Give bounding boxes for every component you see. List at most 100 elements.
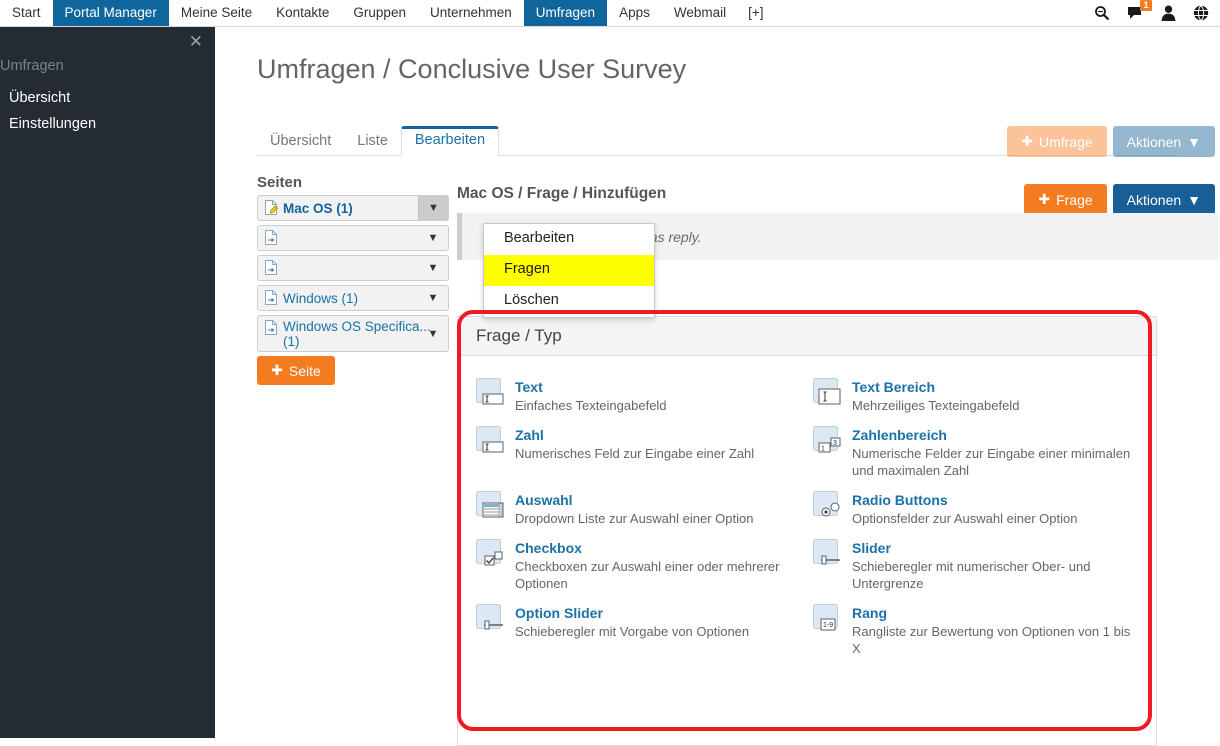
button-label: Seite (288, 362, 321, 379)
page-item-hidden-1[interactable]: ▼ (257, 225, 449, 251)
dropdown-item-bearbeiten[interactable]: Bearbeiten (484, 224, 654, 255)
question-type-title: Zahl (515, 427, 544, 443)
actions-button-top[interactable]: Aktionen ▼ (1112, 126, 1215, 157)
question-type-text-block: Rang Rangliste zur Bewertung von Optione… (852, 604, 1140, 657)
question-type-panel-header: Frage / Typ (458, 317, 1156, 356)
nav-label: Gruppen (353, 5, 406, 21)
question-type-title: Text (515, 379, 543, 395)
nav-item-webmail[interactable]: Webmail (662, 0, 738, 26)
page-item-windows[interactable]: Windows (1) ▼ (257, 285, 449, 311)
nav-item-kontakte[interactable]: Kontakte (264, 0, 341, 26)
add-page-button[interactable]: ✚ Seite (257, 356, 335, 385)
question-type-title: Rang (852, 605, 887, 621)
question-type-text-bereich[interactable]: Text Bereich Mehrzeiliges Texteingabefel… (813, 378, 1146, 414)
top-navigation-bar: Start Portal Manager Meine Seite Kontakt… (0, 0, 1220, 27)
add-survey-button[interactable]: ✚ Umfrage (1007, 126, 1107, 157)
question-type-title: Option Slider (515, 605, 603, 621)
nav-item-apps[interactable]: Apps (607, 0, 662, 26)
button-label: Umfrage (1038, 133, 1093, 150)
page-item-label: Mac OS (1) (283, 200, 353, 216)
question-type-radio-buttons[interactable]: Radio Buttons Optionsfelder zur Auswahl … (813, 491, 1146, 527)
chevron-down-icon[interactable]: ▼ (418, 196, 448, 220)
close-icon[interactable]: ✕ (189, 33, 203, 50)
svg-text:1: 1 (821, 446, 825, 453)
search-icon[interactable] (1093, 4, 1111, 22)
nav-label: Kontakte (276, 5, 330, 21)
top-nav-icons: 1 (1093, 0, 1220, 26)
page-context-dropdown: Bearbeiten Fragen Löschen (483, 223, 655, 318)
button-label: Frage (1056, 191, 1093, 208)
checkbox-icon (476, 539, 505, 570)
question-type-text-block: Option Slider Schieberegler mit Vorgabe … (515, 604, 749, 657)
tab-uebersicht[interactable]: Übersicht (257, 129, 344, 156)
question-type-auswahl[interactable]: Auswahl Dropdown Liste zur Auswahl einer… (476, 491, 809, 527)
nav-label: [+] (748, 5, 764, 21)
svg-text:3: 3 (833, 440, 837, 447)
chevron-down-icon[interactable]: ▼ (418, 316, 448, 351)
question-type-title: Text Bereich (852, 379, 935, 395)
plus-icon: ✚ (1021, 133, 1033, 149)
dropdown-icon (476, 491, 505, 522)
sidebar-item-uebersicht[interactable]: Übersicht (0, 85, 215, 111)
question-type-title: Zahlenbereich (852, 427, 947, 443)
question-type-desc: Dropdown Liste zur Auswahl einer Option (515, 511, 754, 526)
add-question-button[interactable]: ✚ Frage (1024, 184, 1107, 215)
question-type-desc: Einfaches Texteingabefeld (515, 398, 667, 413)
chevron-down-icon: ▼ (1187, 191, 1201, 208)
actions-button[interactable]: Aktionen ▼ (1112, 184, 1215, 215)
page-action-buttons: ✚ Umfrage Aktionen ▼ (1007, 126, 1215, 157)
chevron-down-icon[interactable]: ▼ (418, 286, 448, 310)
nav-item-gruppen[interactable]: Gruppen (341, 0, 418, 26)
chevron-down-icon[interactable]: ▼ (418, 256, 448, 280)
left-sidebar: ✕ Umfragen Übersicht Einstellungen (0, 27, 215, 738)
question-type-desc: Checkboxen zur Auswahl einer oder mehrer… (515, 559, 780, 591)
nav-item-start[interactable]: Start (0, 0, 53, 26)
question-type-desc: Numerisches Feld zur Eingabe einer Zahl (515, 446, 755, 461)
nav-item-portal-manager[interactable]: Portal Manager (52, 0, 169, 26)
question-type-desc: Schieberegler mit numerischer Ober- und … (852, 559, 1091, 591)
tab-liste[interactable]: Liste (344, 129, 401, 156)
top-nav-items: Start Portal Manager Meine Seite Kontakt… (0, 0, 774, 26)
dropdown-item-fragen[interactable]: Fragen (484, 254, 654, 286)
tab-bearbeiten[interactable]: Bearbeiten (400, 125, 500, 156)
page-item-windows-os-specifica[interactable]: Windows OS Specifica... (1) ▼ (257, 315, 449, 352)
question-type-checkbox[interactable]: Checkbox Checkboxen zur Auswahl einer od… (476, 539, 809, 592)
document-icon (264, 259, 278, 278)
nav-item-umfragen[interactable]: Umfragen (523, 0, 608, 26)
nav-label: Webmail (673, 5, 727, 21)
nav-item-meine-seite[interactable]: Meine Seite (169, 0, 264, 26)
question-type-text-block: Zahl Numerisches Feld zur Eingabe einer … (515, 426, 754, 479)
sidebar-item-einstellungen[interactable]: Einstellungen (0, 111, 215, 137)
chat-icon[interactable]: 1 (1126, 0, 1152, 22)
question-type-slider[interactable]: Slider Schieberegler mit numerischer Obe… (813, 539, 1146, 592)
chevron-down-icon[interactable]: ▼ (418, 226, 448, 250)
question-type-text[interactable]: Text Einfaches Texteingabefeld (476, 378, 809, 414)
nav-label: Unternehmen (429, 5, 512, 21)
button-label: Aktionen (1126, 191, 1182, 208)
page-item-hidden-2[interactable]: ▼ (257, 255, 449, 281)
question-type-zahl[interactable]: Zahl Numerisches Feld zur Eingabe einer … (476, 426, 809, 479)
sidebar-menu: Übersicht Einstellungen (0, 85, 215, 137)
nav-item-add-more[interactable]: [+] (738, 0, 773, 26)
question-type-option-slider[interactable]: Option Slider Schieberegler mit Vorgabe … (476, 604, 809, 657)
globe-icon[interactable] (1192, 4, 1210, 22)
page-item-label: Windows (1) (283, 290, 359, 306)
question-type-desc: Schieberegler mit Vorgabe von Optionen (515, 624, 750, 639)
question-type-desc: Mehrzeiliges Texteingabefeld (852, 398, 1020, 413)
question-type-rang[interactable]: 1-9 Rang Rangliste zur Bewertung von Opt… (813, 604, 1146, 657)
nav-item-unternehmen[interactable]: Unternehmen (418, 0, 524, 26)
sidebar-heading: Umfragen (0, 58, 64, 74)
textarea-icon (813, 378, 842, 409)
dropdown-item-loeschen[interactable]: Löschen (484, 286, 654, 317)
question-type-text-block: Radio Buttons Optionsfelder zur Auswahl … (852, 491, 1077, 527)
number-field-icon (476, 426, 505, 457)
chat-badge: 1 (1140, 0, 1152, 11)
question-type-panel: Frage / Typ Text Einfaches Texteingabefe… (457, 316, 1157, 746)
radio-button-icon (813, 491, 842, 522)
user-icon[interactable] (1159, 4, 1177, 22)
chevron-down-icon: ▼ (1187, 133, 1201, 150)
ranking-icon: 1-9 (813, 604, 842, 635)
question-type-zahlenbereich[interactable]: 13 Zahlenbereich Numerische Felder zur E… (813, 426, 1146, 479)
document-icon (264, 289, 278, 308)
page-item-mac-os[interactable]: Mac OS (1) ▼ (257, 195, 449, 221)
